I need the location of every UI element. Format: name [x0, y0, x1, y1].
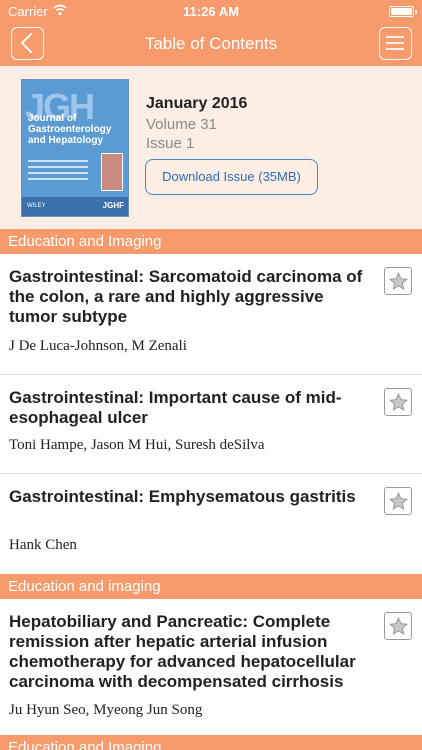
article-title[interactable]: Gastrointestinal: Sarcomatoid carcinoma … [9, 267, 371, 327]
article-title[interactable]: Hepatobiliary and Pancreatic: Complete r… [9, 612, 371, 692]
article-item[interactable]: Gastrointestinal: Emphysematous gastriti… [0, 474, 422, 574]
article-authors: Hank Chen [9, 537, 77, 553]
cover-footer: WILEY JGHF [22, 197, 128, 216]
status-bar: Carrier 11:26 AM [0, 0, 422, 22]
hamburger-menu-icon [386, 36, 404, 50]
article-item[interactable]: Gastrointestinal: Sarcomatoid carcinoma … [0, 254, 422, 375]
battery-icon [389, 6, 417, 17]
download-issue-button[interactable]: Download Issue (35MB) [145, 159, 318, 195]
article-item[interactable]: Gastrointestinal: Important cause of mid… [0, 375, 422, 474]
cover-publisher: WILEY [27, 203, 46, 209]
article-authors: Toni Hampe, Jason M Hui, Suresh deSilva [9, 437, 265, 453]
article-authors: J De Luca-Johnson, M Zenali [9, 338, 187, 354]
star-icon [389, 492, 408, 510]
favorite-button[interactable] [384, 267, 412, 295]
cover-journal-title: Journal of Gastroenterology and Hepatolo… [28, 113, 112, 146]
star-icon [389, 617, 408, 635]
section-header: Education and Imaging [0, 229, 422, 254]
favorite-button[interactable] [384, 487, 412, 515]
section-header: Education and Imaging [0, 735, 422, 750]
navigation-bar: Table of Contents [0, 22, 422, 66]
article-title[interactable]: Gastrointestinal: Emphysematous gastriti… [9, 487, 371, 507]
issue-volume: Volume 31 [146, 116, 217, 133]
favorite-button[interactable] [384, 388, 412, 416]
favorite-button[interactable] [384, 612, 412, 640]
issue-date: January 2016 [146, 95, 248, 112]
issue-header: JGH Journal of Gastroenterology and Hepa… [0, 66, 422, 229]
cover-society-logo: JGHF [102, 201, 124, 210]
section-header: Education and imaging [0, 574, 422, 599]
issue-cover-image[interactable]: JGH Journal of Gastroenterology and Hepa… [21, 79, 129, 217]
page-title: Table of Contents [144, 34, 278, 53]
article-title[interactable]: Gastrointestinal: Important cause of mid… [9, 388, 371, 428]
issue-number: Issue 1 [146, 135, 195, 152]
article-authors: Ju Hyun Seo, Myeong Jun Song [9, 702, 203, 718]
article-item[interactable]: Hepatobiliary and Pancreatic: Complete r… [0, 599, 422, 735]
star-icon [389, 393, 408, 411]
star-icon [389, 272, 408, 290]
cover-contents-lines [28, 160, 88, 190]
status-time: 11:26 AM [183, 4, 239, 19]
cover-thumbnail [101, 153, 123, 191]
menu-button[interactable] [379, 27, 412, 60]
